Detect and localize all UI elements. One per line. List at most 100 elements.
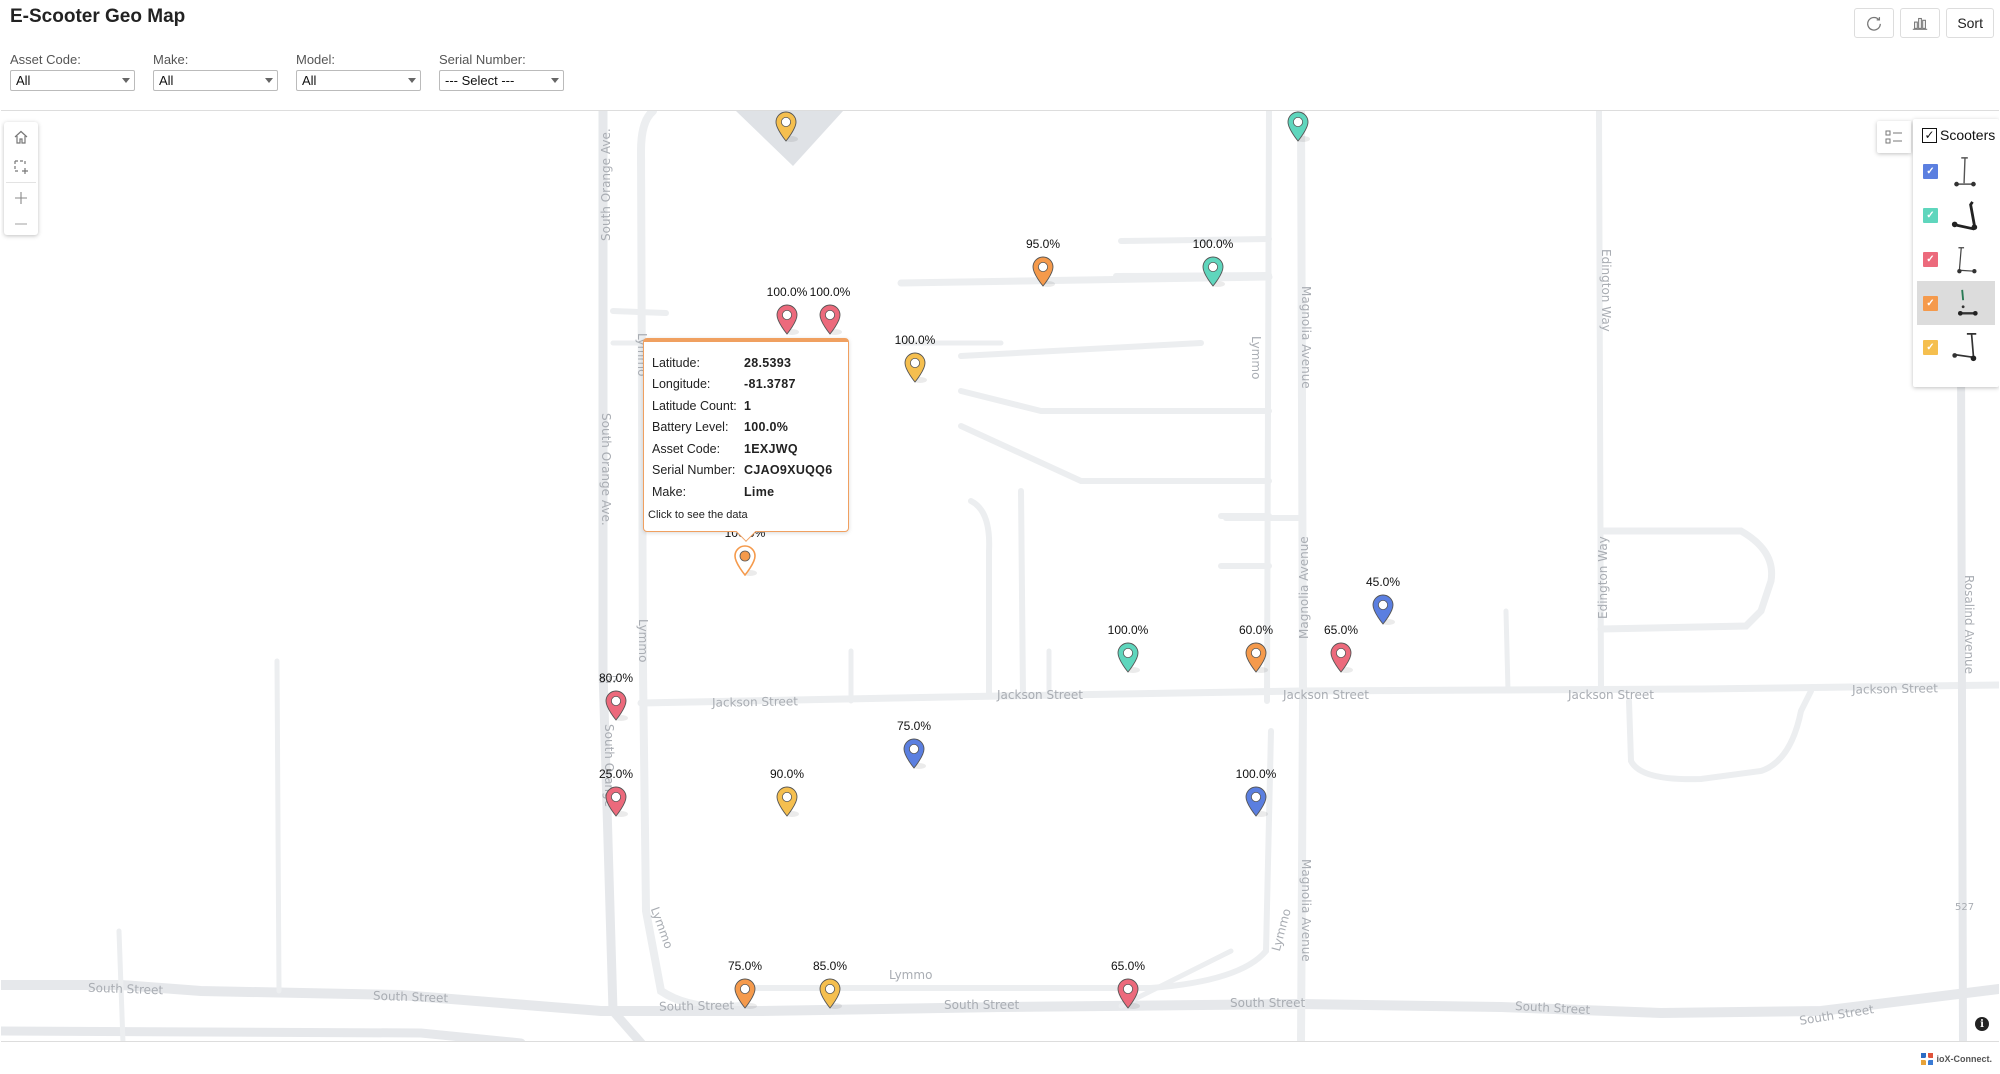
home-icon [14,130,28,144]
scooter-marker[interactable] [775,303,799,335]
map-pin-icon [1245,642,1268,673]
scooter-marker[interactable] [733,977,757,1009]
scooter-marker[interactable] [1286,111,1310,142]
map-pin-icon [903,738,926,769]
box-zoom-button[interactable] [4,152,38,182]
legend-item[interactable]: ✓ [1913,149,1999,193]
make-select[interactable]: All [153,70,278,91]
page-title: E-Scooter Geo Map [10,6,186,27]
scooter-marker[interactable] [1116,977,1140,1009]
scooter-marker[interactable] [1031,255,1055,287]
map-pin-icon [734,545,757,577]
street-label: Rosalind Avenue [1962,575,1976,675]
map-pin-icon [1330,642,1353,673]
scooter-marker[interactable] [733,544,757,577]
zoom-out-button[interactable] [4,213,38,235]
filter-label: Serial Number: [439,52,526,67]
map-pin-icon [605,786,628,817]
serial-number-select[interactable]: --- Select --- [439,70,564,91]
map-pin-icon [605,690,628,721]
street-label: Lymmo [636,619,650,663]
map-pin-icon [904,352,927,383]
scooter-marker[interactable] [818,303,842,335]
legend-checkbox[interactable]: ✓ [1923,295,1938,311]
select-value: All [159,73,174,88]
caret-down-icon [551,78,559,83]
scooter-marker[interactable] [604,785,628,817]
street-label: Lymmo [1249,336,1263,380]
legend-checkbox[interactable]: ✓ [1923,339,1938,355]
filter-serial-number: Serial Number: --- Select --- [439,52,564,91]
tooltip-key: Latitude: [652,355,700,370]
scooter-marker[interactable] [1244,641,1268,673]
legend-checkbox[interactable]: ✓ [1923,251,1938,267]
map-pin-icon [776,786,799,817]
scooter-marker[interactable] [774,111,798,142]
sort-button[interactable]: Sort [1946,8,1994,38]
home-button[interactable] [4,122,38,152]
battery-level-label: 45.0% [1365,575,1401,589]
road-layer [1,111,1999,1041]
street-label: South Street [87,980,164,998]
battery-level-label: 100.0% [809,285,851,299]
street-label: Jackson Street [1851,681,1939,697]
battery-level-label: 75.0% [896,719,932,733]
map-pin-icon [819,304,842,335]
tooltip-value: 1EXJWQ [744,441,798,456]
scooter-marker[interactable] [902,737,926,769]
legend-item[interactable]: ✓ [1913,325,1999,369]
legend-checkbox[interactable]: ✓ [1923,207,1938,223]
map-canvas[interactable]: South Orange Ave. South Orange Ave. Sout… [1,110,1999,1042]
caret-down-icon [122,78,130,83]
checkbox-icon[interactable]: ✓ [1922,127,1937,143]
legend-item[interactable]: ✓ [1913,193,1999,237]
battery-level-label: 25.0% [598,767,634,781]
legend-checkbox[interactable]: ✓ [1923,163,1938,179]
map-pin-icon [1287,111,1310,142]
tooltip-footer[interactable]: Click to see the data [648,509,840,521]
map-pin-icon [1245,786,1268,817]
legend-item[interactable]: ✓ [1913,237,1999,281]
filter-asset-code: Asset Code: All [10,52,135,91]
scooter-marker[interactable] [818,977,842,1009]
zoom-in-icon [15,192,27,204]
street-label: 527 [1955,902,1975,913]
scooter-icon [1952,333,1977,362]
page: E-Scooter Geo Map Sort Asset Code: All M… [0,0,2000,1074]
street-label: Jackson Street [1568,688,1654,702]
street-label: Magnolia Avenue [1299,859,1313,962]
chart-button[interactable] [1900,8,1941,38]
tooltip-key: Longitude: [652,377,711,392]
scooter-marker[interactable] [1244,785,1268,817]
scooter-marker[interactable] [1329,641,1353,673]
scooter-icon [1957,289,1978,316]
filter-model: Model: All [296,52,421,91]
marker-tooltip[interactable]: Latitude: 28.5393 Longitude: -81.3787 Lati… [643,338,849,542]
scooter-marker[interactable] [1116,641,1140,673]
asset-code-select[interactable]: All [10,70,135,91]
battery-level-label: 100.0% [1235,767,1277,781]
scooter-marker[interactable] [604,689,628,721]
tooltip-row-make: Make: Lime [652,481,840,503]
select-value: All [302,73,317,88]
brand-logo-icon [1920,1053,1933,1065]
scooter-marker[interactable] [1371,593,1395,625]
legend-toggle-button[interactable] [1877,121,1911,153]
scooter-marker[interactable] [903,351,927,383]
battery-level-label: 100.0% [766,285,808,299]
info-icon[interactable]: i [1975,1017,1989,1031]
legend-header[interactable]: ✓ Scooters [1922,127,1999,143]
legend-item[interactable]: ✓ [1917,281,1995,325]
scooter-marker[interactable] [1201,255,1225,287]
map-pin-icon [819,978,842,1009]
tooltip-key: Latitude Count: [652,398,737,413]
zoom-in-button[interactable] [4,183,38,213]
street-label: Jackson Street [711,694,799,710]
map-pin-icon [734,978,757,1009]
street-label: Magnolia Avenue [1297,536,1311,639]
battery-level-label: 65.0% [1323,623,1359,637]
street-label: Edington Way [1596,536,1610,619]
scooter-marker[interactable] [775,785,799,817]
model-select[interactable]: All [296,70,421,91]
refresh-button[interactable] [1854,8,1895,38]
